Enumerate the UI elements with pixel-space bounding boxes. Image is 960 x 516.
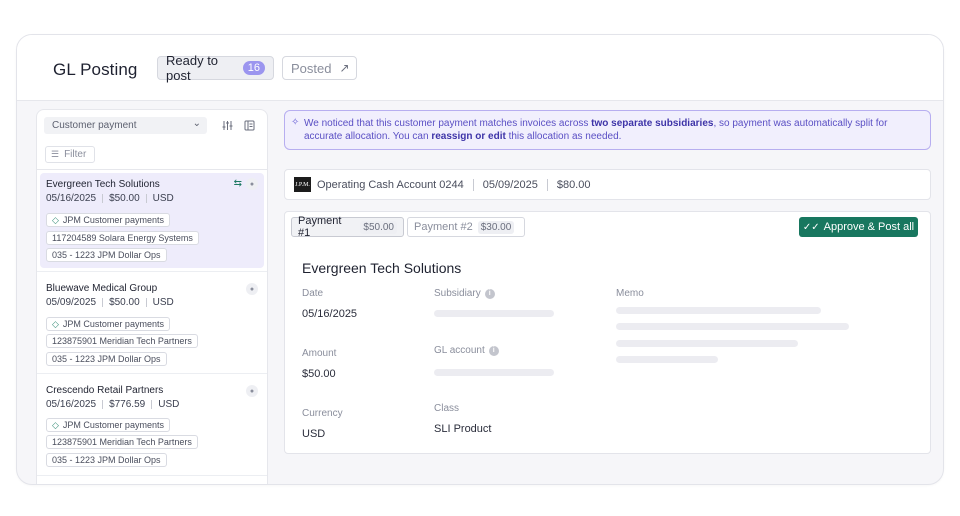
payment-amount: $50.00 [109,297,140,308]
amount-value: $50.00 [302,368,336,380]
tab-ready-to-post[interactable]: Ready to post 16 [157,53,274,83]
filter-label: Filter [64,149,87,160]
sidebar: Customer payment ⌄ ☰ Filter Evergreen Te… [36,109,268,484]
date-value: 05/16/2025 [302,308,358,320]
notice-highlight: two separate subsidiaries [591,118,714,129]
memo-skeleton [616,307,821,314]
info-icon[interactable]: i [488,345,499,356]
memo-skeleton [616,340,798,347]
user-icon[interactable]: ● [246,385,258,397]
customer-name: Bluewave Medical Group [46,283,158,294]
customer-name: Evergreen Tech Solutions [46,179,160,190]
account-chip: ◇ JPM Customer payments [46,418,170,432]
payment-amount: $776.59 [109,399,146,410]
gl-account-label: GL account i [434,345,499,356]
payment-currency: USD [152,297,174,308]
tab-payment-2[interactable]: Payment #2 $30.00 [407,217,525,237]
split-notice: ✧ We noticed that this customer payment … [284,110,931,150]
app-window: GL Posting Ready to post 16 Posted ↗ Cus… [16,34,944,485]
list-item[interactable]: Crescendo Retail Partners ● 05/16/2025 $… [37,374,267,476]
sidebar-toolbar: Customer payment ⌄ ☰ Filter [37,110,267,170]
split-icon: ⇆ [233,178,242,189]
subsidiary-skeleton [434,310,554,317]
bank-account-bar: J.P.M. Operating Cash Account 0244 05/09… [284,169,931,200]
dept-chip: 035 - 1223 JPM Dollar Ops [46,453,167,467]
gl-account-skeleton [434,369,554,376]
payment-amount-badge: $50.00 [360,220,397,234]
payment-amount-badge: $30.00 [477,220,515,234]
tab-label: Ready to post [166,53,219,83]
sparkle-icon: ✧ [291,117,300,128]
tab-label: Posted [291,60,332,76]
currency-label: Currency [302,408,343,419]
memo-skeleton [616,356,718,363]
payment-date: 05/09/2025 [46,297,97,308]
date-label: Date [302,288,324,299]
account-chip: ◇ JPM Customer payments [46,317,170,331]
user-icon[interactable]: ● [246,178,258,190]
sliders-icon[interactable] [220,118,234,132]
account-amount: $80.00 [556,178,591,191]
payment-date: 05/16/2025 [46,193,97,204]
bank-logo: J.P.M. [294,177,311,192]
account-date: 05/09/2025 [482,178,538,191]
panel-icon[interactable] [242,118,256,132]
list-item[interactable]: Evergreen Tech Solutions ⇆ ● 05/16/2025 … [37,170,267,272]
payment-detail-panel: Payment #1 $50.00 Payment #2 $30.00 ✓✓ A… [284,211,931,454]
tab-payment-1[interactable]: Payment #1 $50.00 [291,215,404,239]
tag-icon: ◇ [52,419,59,430]
reassign-link[interactable]: reassign or edit [431,131,505,142]
approve-post-all-button[interactable]: ✓✓ Approve & Post all [799,217,918,237]
chevron-down-icon: ⌄ [192,118,201,129]
tag-icon: ◇ [52,318,59,329]
subsidiary-label: Subsidiary i [434,288,495,299]
header: GL Posting Ready to post 16 Posted ↗ [17,35,943,101]
amount-label: Amount [302,348,337,359]
info-icon[interactable]: i [484,288,495,299]
payment-date: 05/16/2025 [46,399,97,410]
class-label: Class [434,403,460,414]
dept-chip: 035 - 1223 JPM Dollar Ops [46,352,167,366]
memo-label: Memo [616,288,644,299]
class-value: SLI Product [434,423,492,435]
vendor-chip: 123875901 Meridian Tech Partners [46,334,198,348]
select-value: Customer payment [52,120,137,131]
tab-posted[interactable]: Posted ↗ [282,56,357,80]
payment-currency: USD [158,399,180,410]
payment-type-select[interactable]: Customer payment ⌄ [44,117,207,134]
list-item[interactable]: Bluewave Medical Group ● 05/09/2025 $50.… [37,272,267,374]
user-icon[interactable]: ● [246,283,258,295]
customer-title: Evergreen Tech Solutions [302,260,462,276]
customer-name: Crescendo Retail Partners [46,385,164,396]
payment-currency: USD [152,193,174,204]
filter-icon: ☰ [51,149,60,159]
payment-amount: $50.00 [109,193,140,204]
vendor-chip: 117204589 Solara Energy Systems [46,231,199,245]
filter-button[interactable]: ☰ Filter [45,146,95,163]
double-check-icon: ✓✓ [802,221,820,233]
count-badge: 16 [242,61,265,75]
tag-icon: ◇ [52,214,59,225]
vendor-chip: 123875901 Meridian Tech Partners [46,435,198,449]
page-title: GL Posting [53,60,138,79]
account-chip: ◇ JPM Customer payments [46,213,170,227]
account-name: Operating Cash Account 0244 [317,178,464,191]
currency-value: USD [302,428,326,440]
memo-skeleton [616,323,849,330]
arrow-up-right-icon: ↗ [339,61,350,75]
dept-chip: 035 - 1223 JPM Dollar Ops [46,248,167,262]
